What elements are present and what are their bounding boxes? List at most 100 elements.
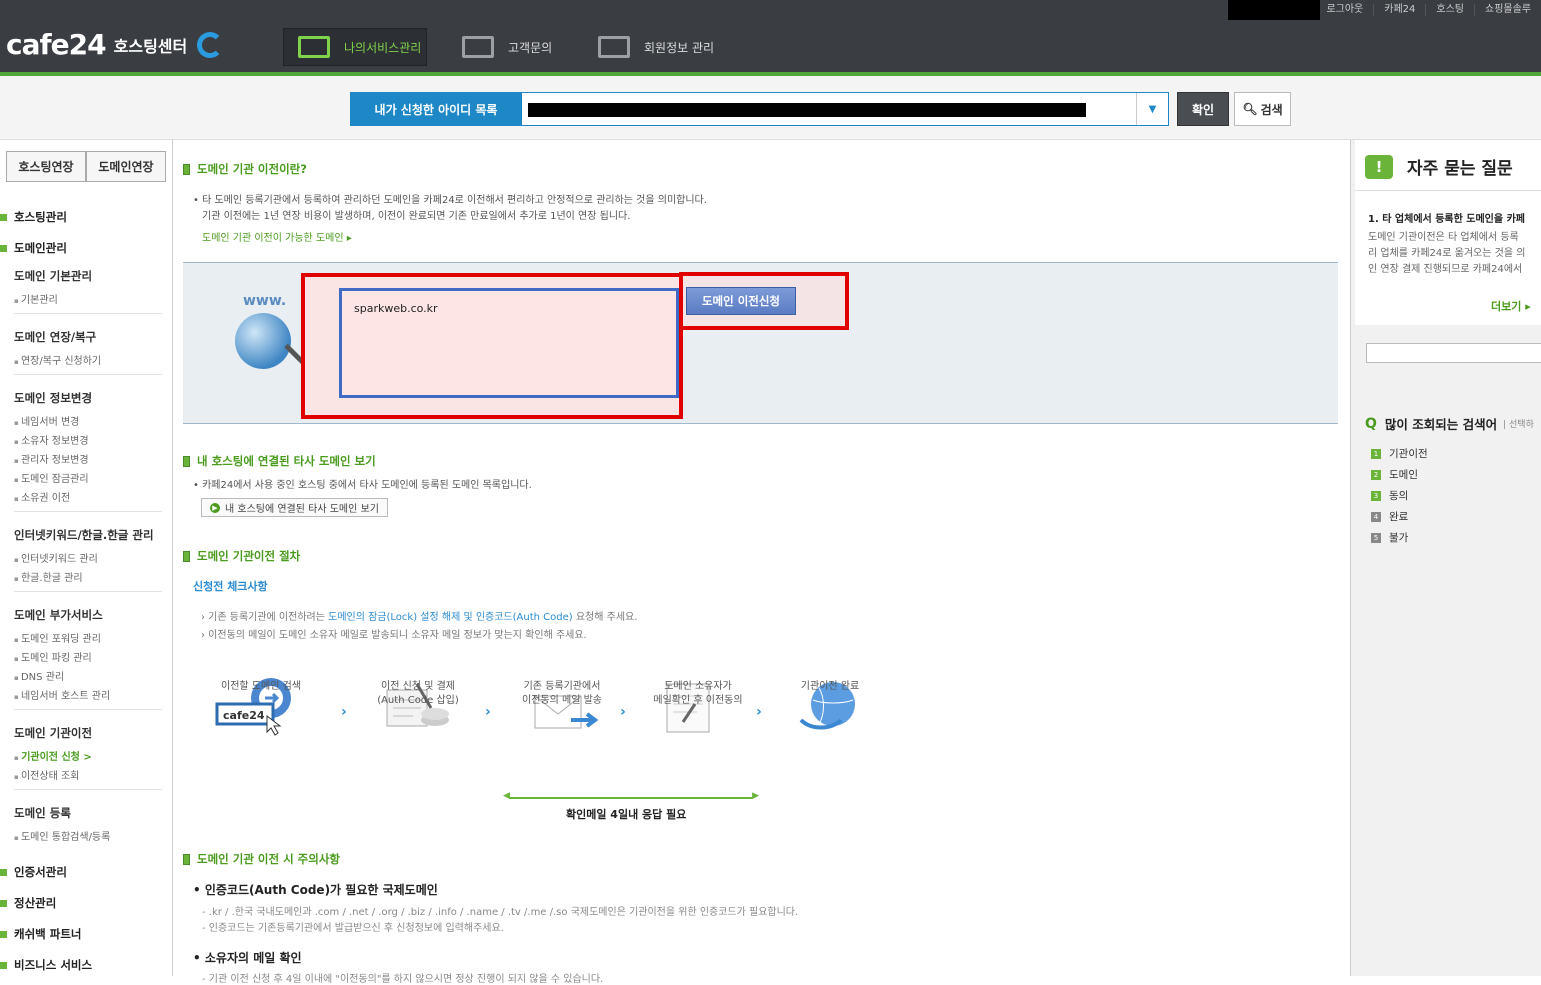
view-linked-domains-button[interactable]: ▶ 내 호스팅에 연결된 타사 도메인 보기 <box>201 498 388 517</box>
transfer-apply-button[interactable]: 도메인 이전신청 <box>686 287 796 315</box>
sidebar-item-admin[interactable]: 관리자 정보변경 <box>14 451 89 466</box>
faq-answer-line: 인 연장 결제 진행되므로 카페24에서 <box>1368 264 1523 275</box>
faq-more-link[interactable]: 더보기 ▸ <box>1491 298 1531 314</box>
sidebar-item-ownership[interactable]: 소유권 이전 <box>14 489 70 504</box>
monitor-user-icon <box>598 36 630 58</box>
globe-icon <box>235 313 291 369</box>
logout-link[interactable]: 로그아웃 <box>1322 4 1373 16</box>
popular-header: Q 많이 조회되는 검색어 | 선택하 <box>1365 414 1534 433</box>
confirm-button[interactable]: 확인 <box>1177 92 1229 126</box>
check-item: › 기존 등록기관에 이전하려는 도메인의 잠금(Lock) 설정 해제 및 인… <box>201 608 637 623</box>
desc-text: 타 도메인 등록기관에서 등록하여 관리하던 도메인을 카페24로 이전해서 편… <box>202 195 707 206</box>
search-button[interactable]: 🔍︎ 검색 <box>1234 92 1291 126</box>
svg-text:cafe24: cafe24 <box>223 709 265 722</box>
chevron-down-icon[interactable]: ▼ <box>1136 93 1168 125</box>
www-label: www. <box>243 293 287 309</box>
popular-item[interactable]: 2 도메인 <box>1371 467 1418 482</box>
sidebar-cat-domain[interactable]: 도메인관리 <box>0 240 67 256</box>
nav-my-service[interactable]: 나의서비스관리 <box>283 28 427 66</box>
caution-heading: 인증코드(Auth Code)가 필요한 국제도메인 <box>193 881 438 898</box>
response-period-arrow <box>503 791 759 801</box>
sidebar-cat-cert[interactable]: 인증서관리 <box>0 864 67 880</box>
checklist-subtitle: 신청전 체크사항 <box>193 580 268 593</box>
check-item: › 이전동의 메일이 도메인 소유자 메일로 발송되니 소유자 메일 정보가 맞… <box>201 630 587 641</box>
popular-term: 기관이전 <box>1389 448 1428 460</box>
popular-item[interactable]: 5 불가 <box>1371 530 1408 545</box>
id-select[interactable]: ▼ <box>521 92 1169 126</box>
sidebar-group-register[interactable]: 도메인 등록 <box>14 805 71 821</box>
rank-3-icon: 3 <box>1371 490 1381 501</box>
arrow-circle-icon: ▶ <box>210 502 220 513</box>
check-text: 요청해 주세요. <box>572 612 638 623</box>
search-icon: Q <box>1365 415 1377 432</box>
sidebar-group-addon[interactable]: 도메인 부가서비스 <box>14 607 103 623</box>
popular-term: 완료 <box>1389 511 1409 523</box>
tab-domain-renew[interactable]: 도메인연장 <box>86 151 166 182</box>
tab-hosting-renew[interactable]: 호스팅연장 <box>6 151 86 182</box>
sidebar-item-transfer-status[interactable]: 이전상태 조회 <box>14 767 79 782</box>
logo-brand: cafe24 <box>6 28 107 61</box>
sidebar-item-keyword[interactable]: 인터넷키워드 관리 <box>14 550 98 565</box>
rank-1-icon: 1 <box>1371 448 1381 459</box>
step-1-label: 이전할 도메인 검색 <box>201 680 321 694</box>
faq-title: 자주 묻는 질문 <box>1407 159 1513 179</box>
sidebar-item-basic[interactable]: 기본관리 <box>14 291 58 306</box>
sidebar-group-renew[interactable]: 도메인 연장/복구 <box>14 329 96 345</box>
sidebar-item-nameserver[interactable]: 네임서버 변경 <box>14 413 79 428</box>
sidebar-item-lock[interactable]: 도메인 잠금관리 <box>14 470 89 485</box>
main-content: 도메인 기관 이전이란? • 타 도메인 등록기관에서 등록하여 관리하던 도메… <box>173 140 1350 985</box>
divider <box>1355 190 1541 191</box>
step-4-label: 도메인 소유자가 메일확인 후 이전동의 <box>638 680 758 708</box>
logo[interactable]: cafe24 호스팅센터 <box>6 28 224 61</box>
nav-label: 회원정보 관리 <box>644 40 715 55</box>
redacted-value <box>528 103 1086 117</box>
domain-input[interactable]: sparkweb.co.kr <box>339 288 679 398</box>
sidebar-item-owner[interactable]: 소유자 정보변경 <box>14 432 89 447</box>
nav-member-info[interactable]: 회원정보 관리 <box>598 28 714 66</box>
nav-customer-inquiry[interactable]: 고객문의 <box>462 28 552 66</box>
popular-sub: | 선택하 <box>1503 420 1534 430</box>
caution-heading: 소유자의 메일 확인 <box>193 949 302 966</box>
popular-item[interactable]: 1 기관이전 <box>1371 446 1428 461</box>
sidebar-item-register[interactable]: 도메인 통합검색/등록 <box>14 828 110 843</box>
sidebar-item-parking[interactable]: 도메인 파킹 관리 <box>14 649 92 664</box>
section-title-transfer-what: 도메인 기관 이전이란? <box>183 161 307 177</box>
step-text: 기관이전 완료 <box>800 681 860 692</box>
sidebar-group-keyword[interactable]: 인터넷키워드/한글.한글 관리 <box>14 527 154 543</box>
popular-term: 동의 <box>1389 490 1409 502</box>
faq-question[interactable]: 1. 타 업체에서 등록한 도메인을 카페 <box>1368 210 1525 225</box>
sidebar-item-renew[interactable]: 연장/복구 신청하기 <box>14 352 101 367</box>
sidebar-group-basic[interactable]: 도메인 기본관리 <box>14 268 92 284</box>
sidebar-group-info[interactable]: 도메인 정보변경 <box>14 390 92 406</box>
rank-4-icon: 4 <box>1371 511 1381 522</box>
desc-line: 기관 이전에는 1년 연장 비용이 발생하며, 이전이 완료되면 기존 만료일에… <box>202 211 631 222</box>
sidebar-cat-billing[interactable]: 정산관리 <box>0 895 56 911</box>
cafe24-link[interactable]: 카페24 <box>1373 4 1425 16</box>
sidebar-cat-hosting[interactable]: 호스팅관리 <box>0 209 67 225</box>
check-highlight: 도메인의 잠금(Lock) 설정 해제 및 인증코드(Auth Code) <box>328 612 573 623</box>
sidebar-cat-cashback[interactable]: 캐쉬백 파트너 <box>0 926 81 942</box>
faq-box: ! 자주 묻는 질문 1. 타 업체에서 등록한 도메인을 카페 도메인 기관이전… <box>1355 140 1541 325</box>
faq-search-input[interactable] <box>1366 343 1541 363</box>
popular-item[interactable]: 4 완료 <box>1371 509 1408 524</box>
sidebar-item-hangul[interactable]: 한글.한글 관리 <box>14 569 83 584</box>
shop-solution-link[interactable]: 쇼핑몰솔루 <box>1474 4 1541 16</box>
step-3-label: 기존 등록기관에서 이전동의 메일 발송 <box>502 680 622 708</box>
sidebar-item-transfer-apply[interactable]: 기관이전 신청 > <box>14 748 92 763</box>
step-text: 기존 등록기관에서 <box>523 681 601 692</box>
divider <box>14 511 162 512</box>
step-5-label: 기관이전 완료 <box>770 680 890 694</box>
rank-2-icon: 2 <box>1371 469 1381 480</box>
sidebar-group-transfer[interactable]: 도메인 기관이전 <box>14 725 92 741</box>
hosting-link[interactable]: 호스팅 <box>1425 4 1474 16</box>
step-text: 이전 신청 및 결제 <box>381 681 455 692</box>
sidebar-item-ns-host[interactable]: 네임서버 호스트 관리 <box>14 687 110 702</box>
sidebar-item-forwarding[interactable]: 도메인 포워딩 관리 <box>14 630 101 645</box>
divider <box>14 789 162 790</box>
popular-item[interactable]: 3 동의 <box>1371 488 1408 503</box>
desc-line: • 타 도메인 등록기관에서 등록하여 관리하던 도메인을 카페24로 이전해서… <box>193 195 707 206</box>
sidebar-cat-business[interactable]: 비즈니스 서비스 <box>0 957 92 973</box>
logo-subtitle: 호스팅센터 <box>113 36 188 56</box>
sidebar-item-dns[interactable]: DNS 관리 <box>14 668 64 683</box>
transferable-domains-link[interactable]: 도메인 기관 이전이 가능한 도메인 ▸ <box>202 229 352 244</box>
